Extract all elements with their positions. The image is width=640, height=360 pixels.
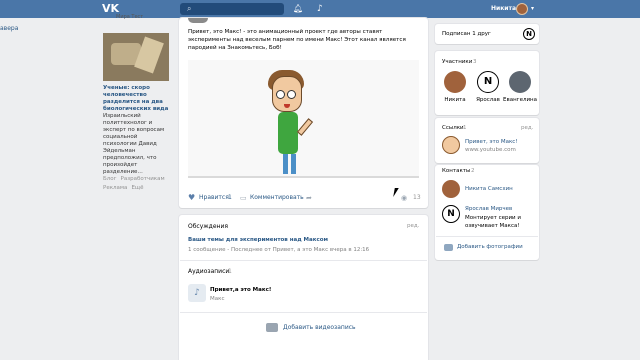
friend-text[interactable]: Мира Тест: [116, 14, 143, 20]
add-photo-button[interactable]: Добавить фотографии: [457, 244, 523, 250]
share-icon[interactable]: ➦: [306, 193, 312, 203]
audio-title[interactable]: Аудиозаписи: [188, 268, 229, 275]
character-leg-left: [283, 154, 288, 174]
character-leg-right: [291, 154, 296, 174]
member-name[interactable]: Евангелина: [503, 97, 537, 103]
comment-button[interactable]: Комментировать: [250, 193, 304, 203]
links-edit-link[interactable]: ред.: [521, 125, 533, 131]
comment-icon[interactable]: ▭: [240, 193, 247, 203]
discussion-topic-link[interactable]: Ваши темы для экспериментов над Максом: [188, 237, 328, 243]
contact-name[interactable]: Никита Самсхин: [465, 186, 513, 192]
like-button[interactable]: Нравится: [199, 193, 229, 203]
character-glasses-right: [287, 90, 296, 99]
track-artist[interactable]: Макс: [210, 296, 224, 302]
eye-icon: ◉: [401, 194, 408, 202]
avatar[interactable]: [442, 180, 460, 198]
n-logo-icon: N: [523, 28, 535, 40]
avatar[interactable]: [516, 3, 528, 15]
left-edge-text[interactable]: авера: [0, 25, 18, 32]
character-glasses-left: [276, 90, 285, 99]
contact-description: Монтирует серии и озвучивает Макса!: [465, 215, 521, 229]
post-text: Привет, это Макс! - это анимационный про…: [188, 29, 406, 51]
article-image[interactable]: [103, 33, 169, 81]
add-video-button[interactable]: Добавить видеозапись: [283, 324, 356, 331]
like-count[interactable]: 1: [228, 193, 232, 203]
audio-count: 1: [228, 268, 232, 275]
member-name[interactable]: Никита: [438, 97, 472, 103]
discussions-title[interactable]: Обсуждения: [188, 223, 228, 230]
heart-icon[interactable]: ♥: [188, 193, 195, 203]
music-icon[interactable]: ♪: [317, 3, 323, 15]
post-avatar[interactable]: [188, 18, 208, 23]
footer-link-developers[interactable]: Разработчикам: [121, 176, 165, 182]
views-count: 13: [413, 194, 421, 201]
music-note-icon[interactable]: ♪: [188, 284, 206, 302]
bell-icon[interactable]: 🔔︎: [293, 3, 303, 15]
contacts-title[interactable]: Контакты: [442, 168, 470, 174]
divider: [436, 236, 538, 237]
video-player[interactable]: [188, 60, 419, 178]
user-name[interactable]: Никита: [491, 3, 516, 15]
footer-links: Блог Разработчикам Реклама Ещё: [103, 175, 173, 193]
members-title[interactable]: Участники: [442, 59, 472, 65]
avatar[interactable]: N: [442, 205, 460, 223]
avatar[interactable]: [442, 136, 460, 154]
chevron-down-icon[interactable]: ▾: [531, 3, 534, 15]
footer-link-more[interactable]: Ещё: [131, 185, 143, 191]
links-title[interactable]: Ссылки: [442, 125, 464, 131]
character-body: [278, 112, 298, 154]
discussion-meta: 1 сообщение - Последнее от Привет, а это…: [188, 247, 370, 253]
contact-name[interactable]: Ярослав Мирчев: [465, 206, 512, 212]
link-url: www.youtube.com: [465, 147, 516, 153]
divider: [180, 260, 427, 261]
link-title[interactable]: Привет, это Макс!: [465, 139, 518, 145]
article-title[interactable]: Ученые: скоро человечество разделится на…: [103, 85, 169, 113]
track-title[interactable]: Привет,а это Макс!: [210, 287, 271, 293]
article-text: Израильский политтехнолог и эксперт по в…: [103, 113, 165, 175]
footer-link-ads[interactable]: Реклама: [103, 185, 127, 191]
members-count: 3: [473, 59, 477, 65]
links-count: 1: [463, 125, 467, 131]
subscribed-friends-label[interactable]: Подписан 1 друг: [442, 31, 491, 37]
video-icon[interactable]: [266, 323, 278, 332]
divider: [180, 312, 427, 313]
search-input[interactable]: [180, 3, 284, 15]
avatar[interactable]: N: [477, 71, 499, 93]
footer-link-blog[interactable]: Блог: [103, 176, 117, 182]
avatar[interactable]: [444, 71, 466, 93]
camera-icon[interactable]: [444, 244, 453, 251]
contacts-count: 2: [471, 168, 475, 174]
search-icon: ⌕: [187, 4, 192, 13]
avatar[interactable]: [509, 71, 531, 93]
member-name[interactable]: Ярослав: [471, 97, 505, 103]
discussions-edit-link[interactable]: ред.: [407, 223, 419, 229]
